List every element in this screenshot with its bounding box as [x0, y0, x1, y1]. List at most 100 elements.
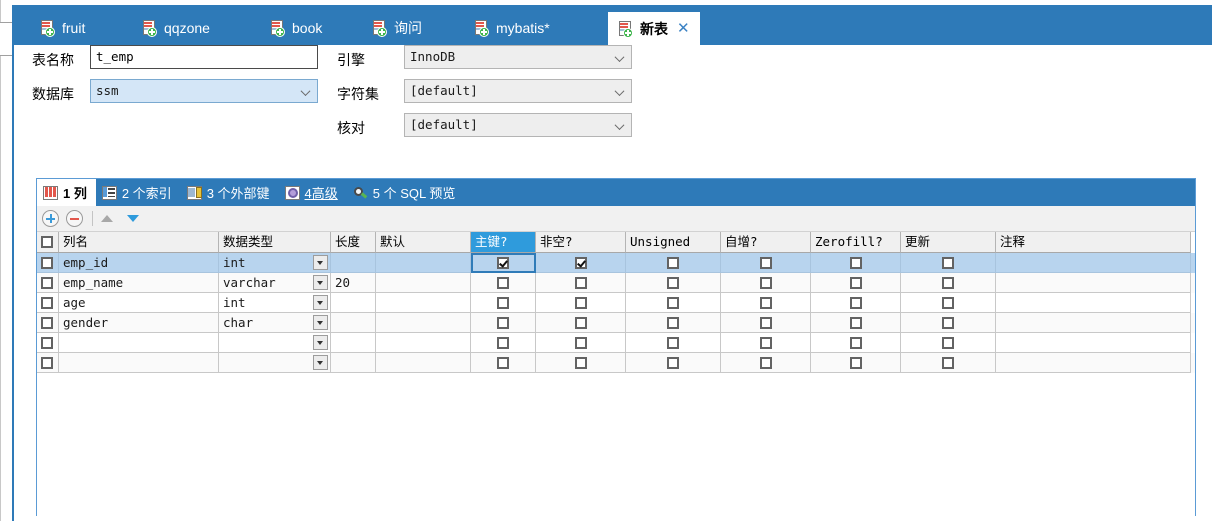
cell-pk[interactable] — [471, 273, 536, 293]
charset-select[interactable]: [default] — [404, 79, 632, 103]
table-row[interactable]: emp_name varchar 20 — [37, 273, 1195, 293]
update-checkbox[interactable] — [942, 296, 954, 309]
cell-comment[interactable] — [996, 273, 1191, 293]
autoinc-checkbox[interactable] — [759, 316, 772, 329]
column-header-datatype[interactable]: 数据类型 — [219, 232, 331, 253]
cell-unsigned[interactable] — [626, 313, 721, 333]
cell-name[interactable] — [59, 333, 219, 353]
engine-select[interactable]: InnoDB — [404, 45, 632, 69]
row-select-checkbox[interactable] — [41, 296, 53, 309]
cell-comment[interactable] — [996, 293, 1191, 313]
cell-rowcheck[interactable] — [37, 353, 59, 373]
cell-datatype[interactable] — [219, 333, 331, 353]
cell-comment[interactable] — [996, 333, 1191, 353]
table-row[interactable]: age int — [37, 293, 1195, 313]
editor-tab-3[interactable]: book — [260, 11, 332, 45]
autoinc-checkbox[interactable] — [759, 276, 772, 289]
notnull-checkbox[interactable] — [574, 276, 587, 289]
cell-autoinc[interactable] — [721, 253, 811, 273]
remove-column-button[interactable] — [66, 210, 83, 227]
row-select-checkbox[interactable] — [41, 316, 53, 329]
update-checkbox[interactable] — [942, 256, 954, 269]
cell-datatype[interactable] — [219, 353, 331, 373]
cell-autoinc[interactable] — [721, 353, 811, 373]
table-row[interactable] — [37, 353, 1195, 373]
cell-zerofill[interactable] — [811, 273, 901, 293]
column-header-autoinc[interactable]: 自增? — [721, 232, 811, 253]
pk-checkbox[interactable] — [497, 356, 509, 369]
datatype-dropdown-button[interactable] — [313, 295, 328, 310]
cell-datatype[interactable]: varchar — [219, 273, 331, 293]
cell-zerofill[interactable] — [811, 293, 901, 313]
datatype-dropdown-button[interactable] — [313, 335, 328, 350]
subtab-5[interactable]: 5 个 SQL 预览 — [347, 179, 465, 206]
cell-default[interactable] — [376, 353, 471, 373]
table-name-input[interactable]: t_emp — [90, 45, 318, 69]
move-column-up-button[interactable] — [101, 215, 113, 222]
cell-notnull[interactable] — [536, 313, 626, 333]
cell-autoinc[interactable] — [721, 313, 811, 333]
column-header-default[interactable]: 默认 — [376, 232, 471, 253]
cell-unsigned[interactable] — [626, 253, 721, 273]
cell-pk[interactable] — [471, 333, 536, 353]
subtab-4[interactable]: 4高级 — [279, 179, 347, 206]
cell-zerofill[interactable] — [811, 353, 901, 373]
cell-pk[interactable] — [471, 313, 536, 333]
cell-zerofill[interactable] — [811, 333, 901, 353]
table-row[interactable]: gender char — [37, 313, 1195, 333]
unsigned-checkbox[interactable] — [667, 276, 679, 289]
autoinc-checkbox[interactable] — [759, 336, 772, 349]
zerofill-checkbox[interactable] — [849, 356, 862, 369]
subtab-3[interactable]: 3 个外部键 — [181, 179, 279, 206]
row-select-checkbox[interactable] — [41, 276, 53, 289]
cell-rowcheck[interactable] — [37, 293, 59, 313]
cell-unsigned[interactable] — [626, 333, 721, 353]
zerofill-checkbox[interactable] — [849, 336, 862, 349]
column-header-length[interactable]: 长度 — [331, 232, 376, 253]
notnull-checkbox[interactable] — [574, 256, 587, 269]
update-checkbox[interactable] — [942, 336, 954, 349]
row-select-checkbox[interactable] — [41, 336, 53, 349]
cell-unsigned[interactable] — [626, 273, 721, 293]
cell-default[interactable] — [376, 253, 471, 273]
add-column-button[interactable] — [42, 210, 59, 227]
cell-update[interactable] — [901, 253, 996, 273]
cell-length[interactable] — [331, 353, 376, 373]
cell-update[interactable] — [901, 293, 996, 313]
cell-name[interactable]: emp_id — [59, 253, 219, 273]
subtab-1[interactable]: 1 列 — [37, 179, 96, 206]
cell-comment[interactable] — [996, 353, 1191, 373]
cell-zerofill[interactable] — [811, 253, 901, 273]
cell-notnull[interactable] — [536, 253, 626, 273]
column-header-notnull[interactable]: 非空? — [536, 232, 626, 253]
column-header-update[interactable]: 更新 — [901, 232, 996, 253]
cell-rowcheck[interactable] — [37, 333, 59, 353]
collation-select[interactable]: [default] — [404, 113, 632, 137]
new-tab-button[interactable]: + — [669, 14, 682, 40]
column-header-rowcheck[interactable] — [37, 232, 59, 253]
cell-default[interactable] — [376, 333, 471, 353]
notnull-checkbox[interactable] — [574, 296, 587, 309]
cell-default[interactable] — [376, 313, 471, 333]
cell-datatype[interactable]: int — [219, 293, 331, 313]
datatype-dropdown-button[interactable] — [313, 355, 328, 370]
editor-tab-1[interactable]: fruit — [30, 11, 95, 45]
move-column-down-button[interactable] — [127, 215, 139, 222]
cell-pk[interactable] — [471, 353, 536, 373]
zerofill-checkbox[interactable] — [849, 296, 862, 309]
cell-datatype[interactable]: int — [219, 253, 331, 273]
pk-checkbox[interactable] — [497, 336, 509, 349]
cell-name[interactable]: gender — [59, 313, 219, 333]
column-header-pk[interactable]: 主键? — [471, 232, 536, 253]
unsigned-checkbox[interactable] — [667, 356, 679, 369]
row-select-checkbox[interactable] — [41, 256, 53, 269]
cell-length[interactable] — [331, 253, 376, 273]
subtab-2[interactable]: 2 个索引 — [96, 179, 181, 206]
pk-checkbox[interactable] — [497, 276, 509, 289]
cell-notnull[interactable] — [536, 293, 626, 313]
pk-checkbox[interactable] — [497, 296, 509, 309]
pk-checkbox[interactable] — [497, 316, 509, 329]
cell-comment[interactable] — [996, 313, 1191, 333]
table-row[interactable]: emp_id int — [37, 253, 1195, 273]
cell-autoinc[interactable] — [721, 333, 811, 353]
